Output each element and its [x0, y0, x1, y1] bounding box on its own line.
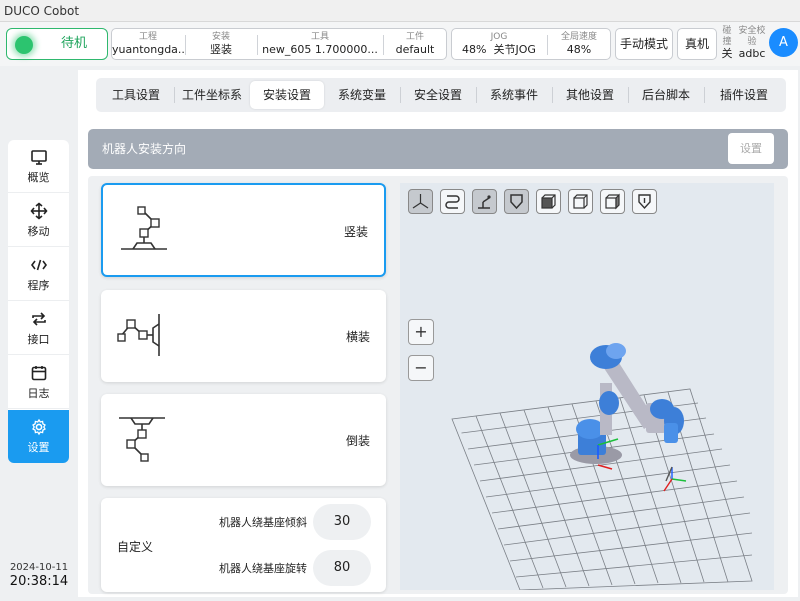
swap-icon: [8, 310, 69, 330]
option-custom-label: 自定义: [117, 540, 154, 554]
option-horizontal-label: 横装: [345, 330, 370, 344]
tool-cell: 工具 new_605 1.700000...: [262, 32, 378, 56]
horizontal-mount-icon: [117, 314, 160, 356]
gear-icon: [8, 418, 69, 438]
real-machine-button[interactable]: 真机: [677, 28, 717, 60]
calendar-icon: [8, 364, 69, 384]
section-title: 机器人安装方向: [102, 142, 187, 156]
project-cell: 工程 yuantongda...: [112, 32, 184, 56]
option-inverted-card[interactable]: 倒装: [101, 394, 386, 486]
code-icon: [8, 256, 69, 276]
tilt-input[interactable]: 30: [313, 504, 371, 540]
world-axes: [663, 466, 687, 492]
monitor-icon: [8, 148, 69, 168]
project-info-panel[interactable]: 工程 yuantongda... 安装 竖装 工具 new_605 1.7000…: [111, 28, 447, 60]
tab-safety-settings[interactable]: 安全设置: [402, 81, 474, 109]
option-vertical-card[interactable]: 竖装: [101, 183, 386, 277]
sidebar-item-program[interactable]: 程序: [8, 248, 69, 301]
option-inverted-label: 倒装: [345, 434, 370, 448]
clock: 2024-10-11 20:38:14: [9, 562, 69, 589]
jog-speed-panel[interactable]: JOG 48% 关节JOG 全局速度 48%: [451, 28, 611, 60]
sidebar: 概览 移动 程序 接口 日志 设置: [8, 140, 69, 463]
sidebar-item-overview[interactable]: 概览: [8, 140, 69, 193]
tab-workpiece-coords[interactable]: 工件坐标系: [176, 81, 248, 109]
tab-install-settings[interactable]: 安装设置: [250, 81, 324, 109]
tab-other-settings[interactable]: 其他设置: [554, 81, 626, 109]
global-speed-cell: 全局速度 48%: [560, 32, 597, 56]
move-icon: [8, 202, 69, 222]
sidebar-item-settings[interactable]: 设置: [8, 410, 69, 463]
safety-check-status[interactable]: 安全校验 adbc: [735, 26, 769, 60]
jog-cell: JOG 48% 关节JOG: [462, 32, 536, 56]
tilt-label: 机器人绕基座倾斜: [219, 516, 307, 529]
workpiece-cell: 工件 default: [395, 32, 435, 56]
install-cell: 安装 竖装: [210, 32, 232, 56]
option-custom-card[interactable]: 自定义 机器人绕基座倾斜 30 机器人绕基座旋转 80: [101, 498, 386, 592]
status-bar: 待机 工程 yuantongda... 安装 竖装 工具 new_605 1.7…: [0, 22, 800, 66]
sidebar-item-interface[interactable]: 接口: [8, 302, 69, 355]
vertical-mount-icon: [121, 206, 167, 250]
robot-3d-viewport[interactable]: + −: [400, 183, 774, 590]
set-button[interactable]: 设置: [728, 133, 774, 164]
robot-scene: [451, 343, 753, 590]
state-indicator-icon: [15, 36, 33, 54]
collision-status[interactable]: 碰撞 关: [719, 26, 735, 60]
option-vertical-label: 竖装: [343, 225, 368, 239]
install-content: 竖装 横装 倒装 自定义 机器人绕基座倾斜 30 机器人绕基座旋转 80 + −: [88, 176, 788, 594]
option-horizontal-card[interactable]: 横装: [101, 290, 386, 382]
rotate-input[interactable]: 80: [313, 550, 371, 586]
settings-panel: 工具设置 工件坐标系 安装设置 系统变量 安全设置 系统事件 其他设置 后台脚本…: [78, 70, 798, 597]
tab-tool-settings[interactable]: 工具设置: [100, 81, 172, 109]
sidebar-item-log[interactable]: 日志: [8, 356, 69, 409]
tab-system-events[interactable]: 系统事件: [478, 81, 550, 109]
install-direction-header: 机器人安装方向 设置: [88, 129, 788, 169]
robot-arm-model: [570, 343, 684, 470]
window-title: DUCO Cobot: [0, 0, 800, 22]
tab-plugin-settings[interactable]: 插件设置: [706, 81, 782, 109]
settings-tabs: 工具设置 工件坐标系 安装设置 系统变量 安全设置 系统事件 其他设置 后台脚本…: [96, 78, 786, 112]
tab-background-script[interactable]: 后台脚本: [630, 81, 702, 109]
robot-state-button[interactable]: 待机: [6, 28, 108, 60]
tab-system-variables[interactable]: 系统变量: [326, 81, 398, 109]
inverted-mount-icon: [119, 417, 165, 462]
manual-mode-button[interactable]: 手动模式: [615, 28, 673, 60]
sidebar-item-move[interactable]: 移动: [8, 194, 69, 247]
rotate-label: 机器人绕基座旋转: [219, 562, 307, 575]
robot-state-label: 待机: [60, 36, 87, 51]
user-avatar[interactable]: A: [769, 28, 798, 57]
